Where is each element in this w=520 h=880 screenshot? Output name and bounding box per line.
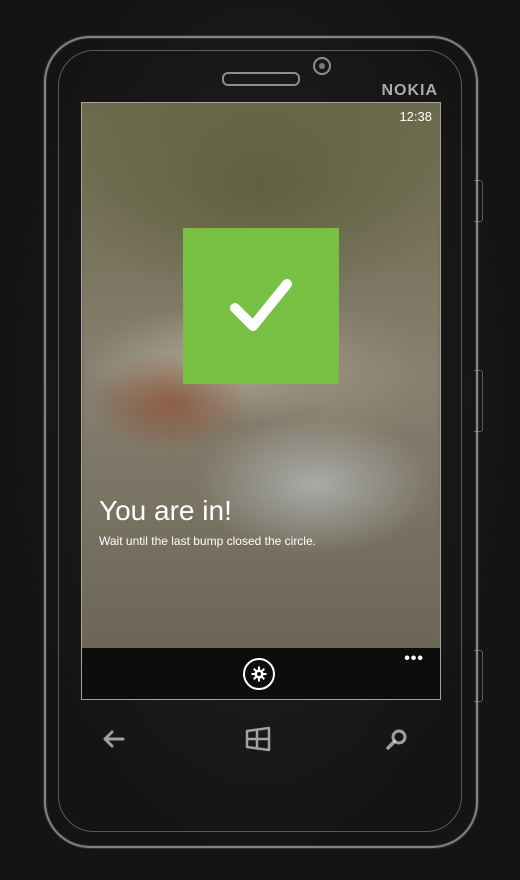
search-key[interactable]: [382, 724, 412, 754]
settings-button[interactable]: [243, 658, 275, 690]
front-camera: [313, 57, 331, 75]
start-key[interactable]: [243, 724, 273, 754]
checkmark-icon: [230, 279, 292, 331]
brand-logo: NOKIA: [381, 82, 438, 99]
more-options-button[interactable]: •••: [404, 650, 424, 668]
windows-icon: [245, 726, 271, 752]
search-icon: [386, 729, 407, 750]
earpiece-speaker: [222, 72, 300, 86]
gear-icon: [251, 666, 267, 682]
volume-button: [474, 180, 483, 222]
back-icon: [103, 730, 125, 748]
headline: You are in!: [99, 495, 232, 526]
status-time: 12:38: [399, 109, 432, 124]
phone-screen: 12:38 You are in! Wait until the last bu…: [81, 102, 441, 700]
power-button: [474, 370, 483, 432]
status-message: Wait until the last bump closed the circ…: [99, 534, 316, 548]
camera-button: [474, 650, 483, 702]
sketch-canvas: NOKIA 12:38 You are in! Wait until the l…: [0, 0, 520, 880]
app-bar: •••: [82, 648, 440, 699]
back-key[interactable]: [98, 724, 128, 754]
success-tile: [183, 228, 339, 384]
